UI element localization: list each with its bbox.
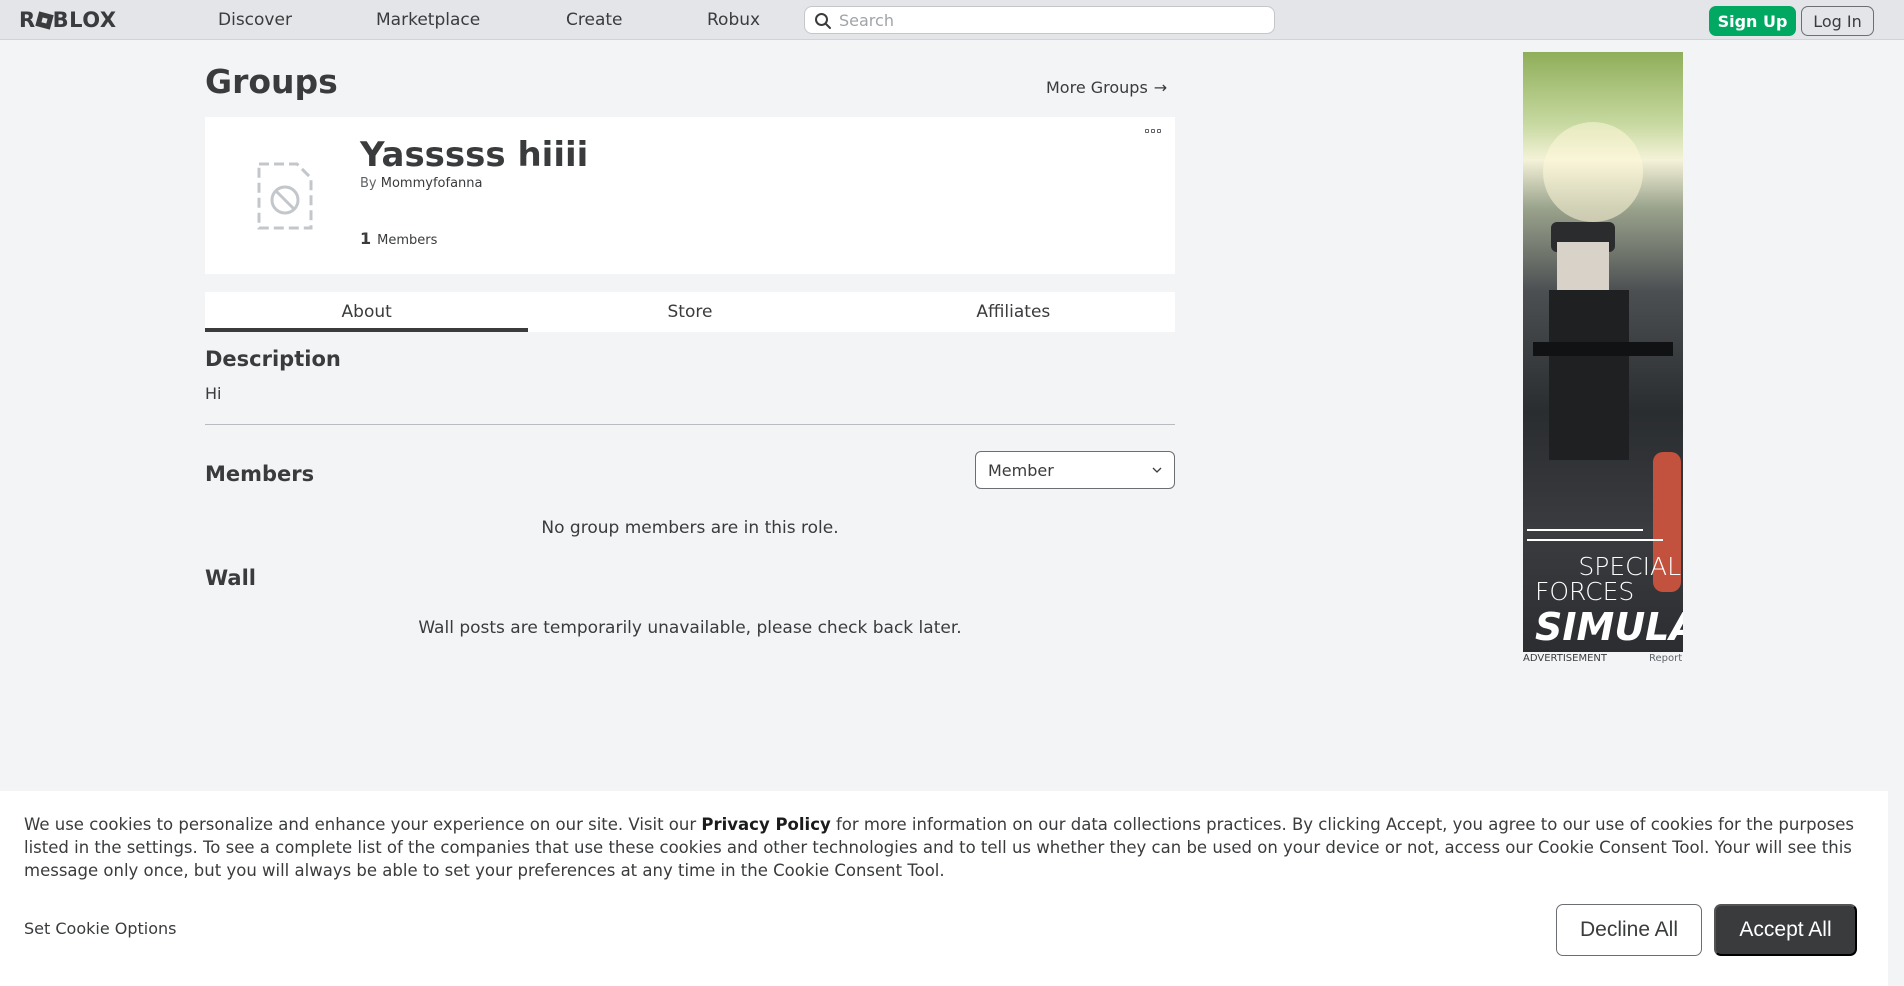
cookie-text-before: We use cookies to personalize and enhanc… [24,815,702,834]
nav-marketplace[interactable]: Marketplace [376,10,480,30]
description-heading: Description [205,347,341,371]
ad-report-link[interactable]: Report [1649,653,1682,664]
members-empty-message: No group members are in this role. [541,518,839,538]
nav-create[interactable]: Create [566,10,623,30]
ad-title: SPECIAL FORCES SIMULATOR [1535,552,1683,649]
description-text: Hi [205,384,222,403]
nav-discover[interactable]: Discover [218,10,292,30]
wall-unavailable-message: Wall posts are temporarily unavailable, … [418,618,962,638]
group-tabs: About Store Affiliates [205,292,1175,332]
member-count-value: 1 [360,229,372,248]
ad-title-line3: SIMULATOR [1535,605,1683,649]
role-dropdown-value: Member [988,460,1054,480]
wall-heading: Wall [205,566,256,590]
arrow-right-icon: → [1153,78,1168,97]
tab-affiliates[interactable]: Affiliates [852,292,1175,332]
privacy-policy-link[interactable]: Privacy Policy [701,815,830,834]
by-label: By [360,176,377,191]
tab-about[interactable]: About [205,292,529,332]
advertisement-banner[interactable]: SPECIAL FORCES SIMULATOR [1523,52,1683,652]
more-groups-label: More Groups [1046,78,1148,97]
member-count-label: Members [377,233,438,248]
more-options-icon[interactable] [1145,129,1163,137]
ad-title-line2: FORCES [1535,577,1635,606]
decline-all-button[interactable]: Decline All [1556,904,1702,956]
ad-title-line1: SPECIAL [1578,552,1681,581]
advertisement-label: ADVERTISEMENT [1523,653,1608,664]
top-nav: R BLOX Discover Marketplace Create Robux … [0,0,1904,40]
cookie-banner: We use cookies to personalize and enhanc… [0,791,1888,986]
accept-all-button[interactable]: Accept All [1714,904,1857,956]
set-cookie-options-link[interactable]: Set Cookie Options [24,919,176,938]
roblox-logo[interactable]: R BLOX [19,8,117,32]
login-button[interactable]: Log In [1801,6,1874,36]
group-owner-line: By Mommyfofanna [360,176,482,191]
group-emblem-placeholder-icon [257,162,313,230]
members-heading: Members [205,462,315,486]
role-dropdown[interactable]: Member [975,451,1175,489]
member-count: 1 Members [360,229,437,248]
signup-button[interactable]: Sign Up [1709,6,1796,36]
cookie-message: We use cookies to personalize and enhanc… [24,813,1874,882]
search-icon [815,13,831,29]
more-groups-link[interactable]: More Groups → [1046,78,1167,97]
search-box[interactable] [804,6,1275,34]
section-divider [205,424,1175,425]
page-title: Groups [205,62,338,101]
tab-store[interactable]: Store [528,292,851,332]
nav-robux[interactable]: Robux [707,10,760,30]
chevron-down-icon [1152,467,1162,473]
group-name: Yasssss hiiii [360,135,589,175]
group-owner-link[interactable]: Mommyfofanna [381,176,483,191]
group-header-card: Yasssss hiiii By Mommyfofanna 1 Members [205,117,1175,274]
logo-mark-icon [34,10,54,30]
search-input[interactable] [839,10,1259,30]
